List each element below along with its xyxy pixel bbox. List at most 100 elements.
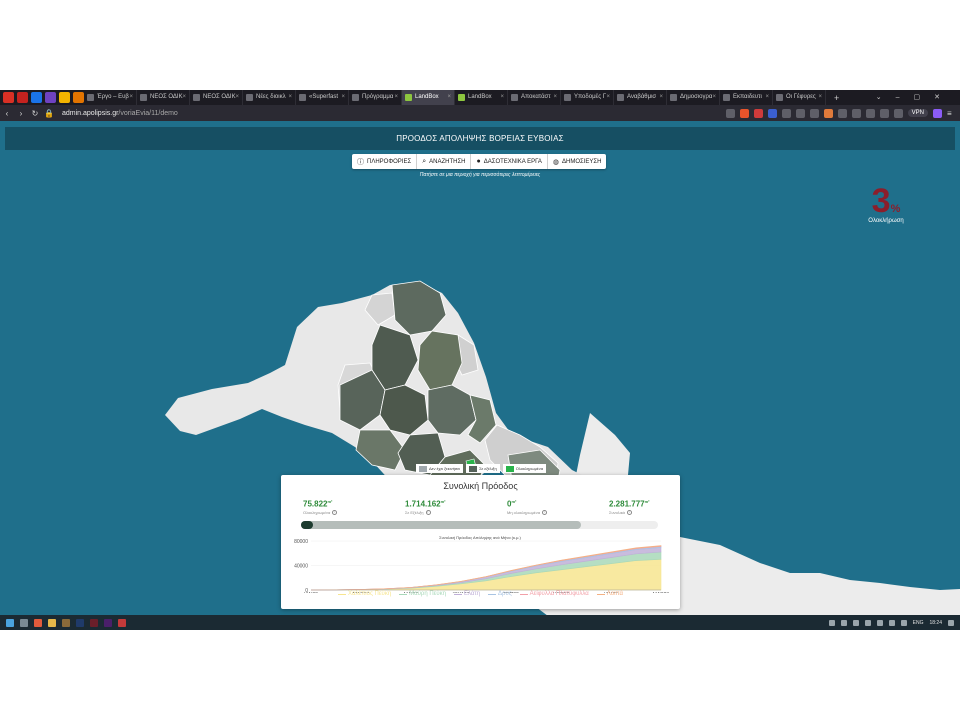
browser-tab[interactable]: Εκπαιδευτι × — [720, 90, 773, 105]
chart-legend-item[interactable]: Χαλέπιος Πεύκη — [338, 591, 391, 597]
pinned-tab-icon[interactable] — [17, 92, 28, 103]
close-tab-icon[interactable]: × — [288, 90, 292, 105]
back-icon[interactable]: ‹ — [0, 109, 14, 118]
cloud-icon[interactable] — [852, 619, 859, 626]
brave-icon[interactable] — [34, 618, 42, 627]
chart-legend-item[interactable]: Αείφυλλα Πλατύφυλλα — [519, 591, 589, 597]
browser-tab[interactable]: Νέες διοικλ × — [243, 90, 296, 105]
app-icon[interactable] — [62, 618, 70, 627]
share-icon[interactable] — [725, 108, 735, 118]
window-controls[interactable]: ⌄–▢✕ — [876, 90, 954, 105]
info-icon[interactable]: i — [626, 510, 632, 516]
info-icon[interactable]: i — [542, 510, 548, 516]
menu-icon[interactable]: ≡ — [947, 109, 956, 118]
battery-icon[interactable] — [876, 619, 883, 626]
chart-legend-item[interactable]: Λοιπά — [596, 591, 623, 597]
forward-icon[interactable]: › — [14, 109, 28, 118]
close-tab-icon[interactable]: × — [553, 90, 557, 105]
info-button[interactable]: ⓘ ΠΛΗΡΟΦΟΡΙΕΣ — [352, 154, 418, 169]
extension-icon[interactable] — [781, 108, 791, 118]
browser-tab[interactable]: LandBox × — [402, 90, 455, 105]
notification-icon[interactable] — [948, 619, 954, 626]
close-tab-icon[interactable]: × — [659, 90, 663, 105]
app-icon[interactable] — [104, 618, 112, 627]
brave-shield-icon[interactable] — [739, 108, 749, 118]
stat-completed: 75.822m² Ολοκληρωμένα i — [303, 499, 338, 516]
search-icon[interactable] — [20, 618, 28, 627]
close-tab-icon[interactable]: × — [818, 90, 822, 105]
progress-card: Συνολική Πρόοδος 75.822m² Ολοκληρωμένα i … — [281, 475, 680, 609]
browser-tab[interactable]: Πρόγραμμα × — [349, 90, 402, 105]
legend-swatch — [505, 465, 514, 472]
close-tab-icon[interactable]: × — [129, 90, 133, 105]
browser-tab[interactable]: Αναβάθμισ × — [614, 90, 667, 105]
info-icon[interactable]: i — [332, 510, 338, 516]
network-icon[interactable] — [840, 619, 847, 626]
reload-icon[interactable]: ↻ — [28, 109, 42, 118]
url-bar[interactable]: admin.apolipsis.gr/voriaEvia/11/demo — [62, 110, 178, 117]
close-tab-icon[interactable]: × — [394, 90, 398, 105]
close-tab-icon[interactable]: × — [235, 90, 239, 105]
browser-tab[interactable]: Υποδομές Γ × — [561, 90, 614, 105]
folder-icon[interactable] — [48, 618, 56, 627]
wifi-icon[interactable] — [888, 619, 895, 626]
chart-legend-item[interactable]: Δρυς — [488, 591, 512, 597]
chart-legend-label: Χαλέπιος Πεύκη — [348, 591, 392, 597]
close-tab-icon[interactable]: × — [341, 90, 345, 105]
pinned-tab-icon[interactable] — [59, 92, 70, 103]
extension-icon[interactable] — [823, 108, 833, 118]
publication-button[interactable]: ◍ ΔΗΜΟΣΙΕΥΣΗ — [548, 154, 607, 169]
info-icon[interactable]: i — [425, 510, 431, 516]
globe-icon: ◍ — [552, 158, 559, 166]
close-tab-icon[interactable]: × — [500, 90, 504, 105]
chart-legend-item[interactable]: Ελάτη — [453, 591, 480, 597]
extension-icon[interactable] — [809, 108, 819, 118]
puzzle-icon[interactable] — [837, 108, 847, 118]
chart-legend-swatch — [596, 593, 605, 595]
legend-item: Ολοκληρωμένα — [502, 464, 547, 473]
browser-tab[interactable]: Δημοσιογρα × — [667, 90, 720, 105]
volume-icon[interactable] — [900, 619, 907, 626]
pinned-tab-icon[interactable] — [3, 92, 14, 103]
pinned-tab-icon[interactable] — [45, 92, 56, 103]
vpn-button[interactable]: VPN — [907, 109, 928, 117]
browser-tab[interactable]: «Superfast × — [296, 90, 349, 105]
browser-tab[interactable]: ΝΕΟΣ ΟΔΙΚ × — [190, 90, 243, 105]
forest-works-button[interactable]: ● ΔΑΣΟΤΕΧΝΙΚΑ ΕΡΓΑ — [471, 154, 548, 169]
illustrator-icon[interactable] — [90, 618, 98, 627]
wallet-icon[interactable] — [893, 108, 903, 118]
bitwarden-icon[interactable] — [767, 108, 777, 118]
profile-icon[interactable] — [933, 108, 942, 118]
language-indicator[interactable]: ENG — [913, 620, 924, 626]
browser-tab[interactable]: ΝΕΟΣ ΟΔΙΚ × — [137, 90, 190, 105]
chart-legend-item[interactable]: Μαύρη Πεύκη — [399, 591, 446, 597]
stat-total: 2.281.777m² Συνολικά i — [609, 499, 650, 516]
close-tab-icon[interactable]: × — [606, 90, 610, 105]
extension-icon[interactable] — [795, 108, 805, 118]
rewards-icon[interactable] — [753, 108, 763, 118]
clock[interactable]: 18:24 — [929, 620, 942, 626]
app-icon[interactable] — [118, 618, 126, 627]
sidebar-icon[interactable] — [851, 108, 861, 118]
browser-tab-label: Υποδομές Γ — [574, 94, 607, 100]
pinned-tab-icon[interactable] — [31, 92, 42, 103]
browser-tab[interactable]: Οι Γέφυρες × — [773, 90, 826, 105]
browser-tab[interactable]: Έργο – Ευβ × — [84, 90, 137, 105]
browser-tab-label: Οι Γέφυρες — [786, 94, 816, 100]
close-tab-icon[interactable]: × — [765, 90, 769, 105]
windows-start-icon[interactable] — [6, 618, 14, 627]
browser-tab[interactable]: LandBox × — [455, 90, 508, 105]
photoshop-icon[interactable] — [76, 618, 84, 627]
pinned-tab-icon[interactable] — [73, 92, 84, 103]
new-tab-button[interactable]: + — [834, 93, 839, 103]
close-tab-icon[interactable]: × — [712, 90, 716, 105]
chevron-up-icon[interactable] — [828, 619, 835, 626]
screenshot-icon[interactable] — [879, 108, 889, 118]
search-button[interactable]: ⌕ ΑΝΑΖΗΤΗΣΗ — [417, 154, 472, 169]
download-icon[interactable] — [865, 108, 875, 118]
bluetooth-icon[interactable] — [864, 619, 871, 626]
close-tab-icon[interactable]: × — [447, 90, 451, 105]
chart-legend-label: Μαύρη Πεύκη — [409, 591, 446, 597]
browser-tab[interactable]: Αποκατάστ × — [508, 90, 561, 105]
close-tab-icon[interactable]: × — [182, 90, 186, 105]
